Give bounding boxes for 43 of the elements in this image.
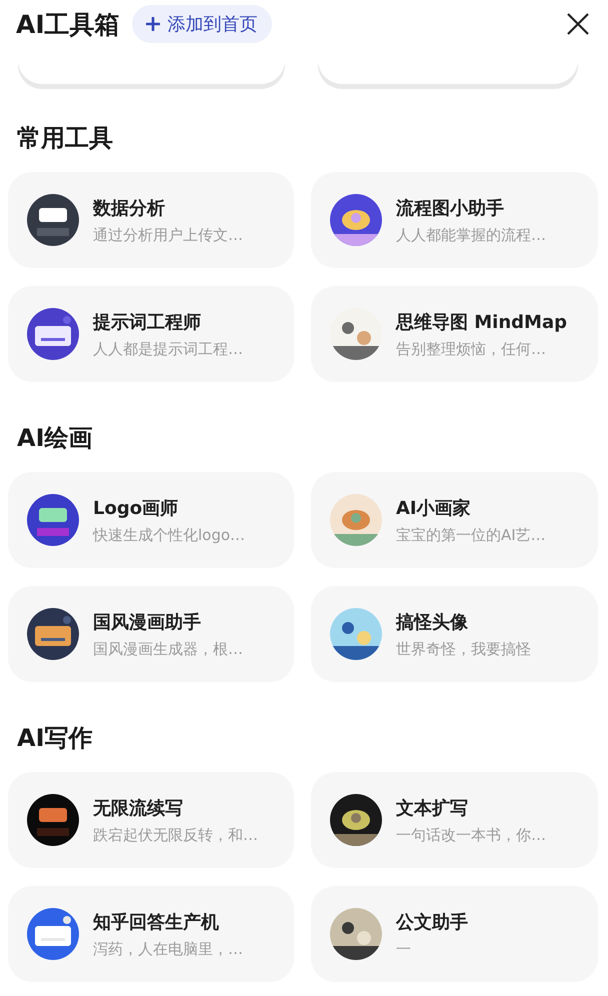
tool-card[interactable]: 知乎回答生产机 泻药，人在电脑里，…: [8, 886, 294, 982]
tool-name: 数据分析: [93, 196, 166, 220]
tool-card[interactable]: 搞怪头像 世界奇怪，我要搞怪: [311, 586, 598, 682]
tool-card[interactable]: 流程图小助手 人人都能掌握的流程…: [311, 172, 598, 268]
tool-description: 国风漫画生成器，根…: [93, 640, 243, 658]
tool-name: 公文助手: [396, 910, 468, 934]
tool-name: AI小画家: [396, 496, 472, 520]
tool-description: 快速生成个性化logo…: [93, 526, 246, 544]
tool-name: 思维导图 MindMap: [396, 310, 567, 334]
tool-name: 流程图小助手: [396, 196, 505, 220]
tool-card[interactable]: 公文助手 一: [311, 886, 598, 982]
tool-description: 跌宕起伏无限反转，和…: [93, 826, 258, 844]
tool-name: 文本扩写: [396, 796, 469, 820]
tool-card[interactable]: 无限流续写 跌宕起伏无限反转，和…: [8, 772, 294, 868]
tool-description: 一: [396, 940, 412, 958]
tool-card[interactable]: Logo画师 快速生成个性化logo…: [8, 472, 294, 568]
tool-card[interactable]: 文本扩写 一句话改一本书，你…: [311, 772, 598, 868]
tool-description: 世界奇怪，我要搞怪: [396, 640, 531, 658]
tool-description: 人人都能掌握的流程…: [396, 226, 546, 244]
close-icon: [567, 13, 589, 35]
tool-card[interactable]: AI小画家 宝宝的第一位的AI艺…: [311, 472, 598, 568]
tool-description: 宝宝的第一位的AI艺…: [396, 526, 546, 544]
tool-description: 通过分析用户上传文…: [93, 226, 243, 244]
tool-name: 提示词工程师: [93, 310, 202, 334]
tool-description: 告别整理烦恼，任何…: [396, 340, 547, 358]
tool-name: 知乎回答生产机: [93, 910, 220, 934]
tool-name: Logo画师: [93, 496, 180, 520]
tool-name: 无限流续写: [93, 796, 184, 820]
tool-description: 泻药，人在电脑里，…: [93, 940, 243, 958]
tool-description: 一句话改一本书，你…: [396, 826, 546, 844]
tool-card[interactable]: 提示词工程师 人人都是提示词工程…: [8, 286, 294, 382]
page-title: AI工具箱: [16, 8, 120, 40]
add-to-home-button[interactable]: 添加到首页: [132, 5, 272, 43]
tool-card[interactable]: 思维导图 MindMap 告别整理烦恼，任何…: [311, 286, 598, 382]
section-title: AI绘画: [17, 423, 94, 454]
tool-card[interactable]: 数据分析 通过分析用户上传文…: [8, 172, 294, 268]
tool-description: 人人都是提示词工程…: [93, 340, 243, 358]
tool-name: 搞怪头像: [396, 610, 469, 634]
tool-name: 国风漫画助手: [93, 610, 202, 634]
tool-card[interactable]: 国风漫画助手 国风漫画生成器，根…: [8, 586, 294, 682]
plus-icon: [146, 17, 160, 31]
section-title: 常用工具: [17, 123, 114, 154]
section-title: AI写作: [17, 723, 94, 754]
